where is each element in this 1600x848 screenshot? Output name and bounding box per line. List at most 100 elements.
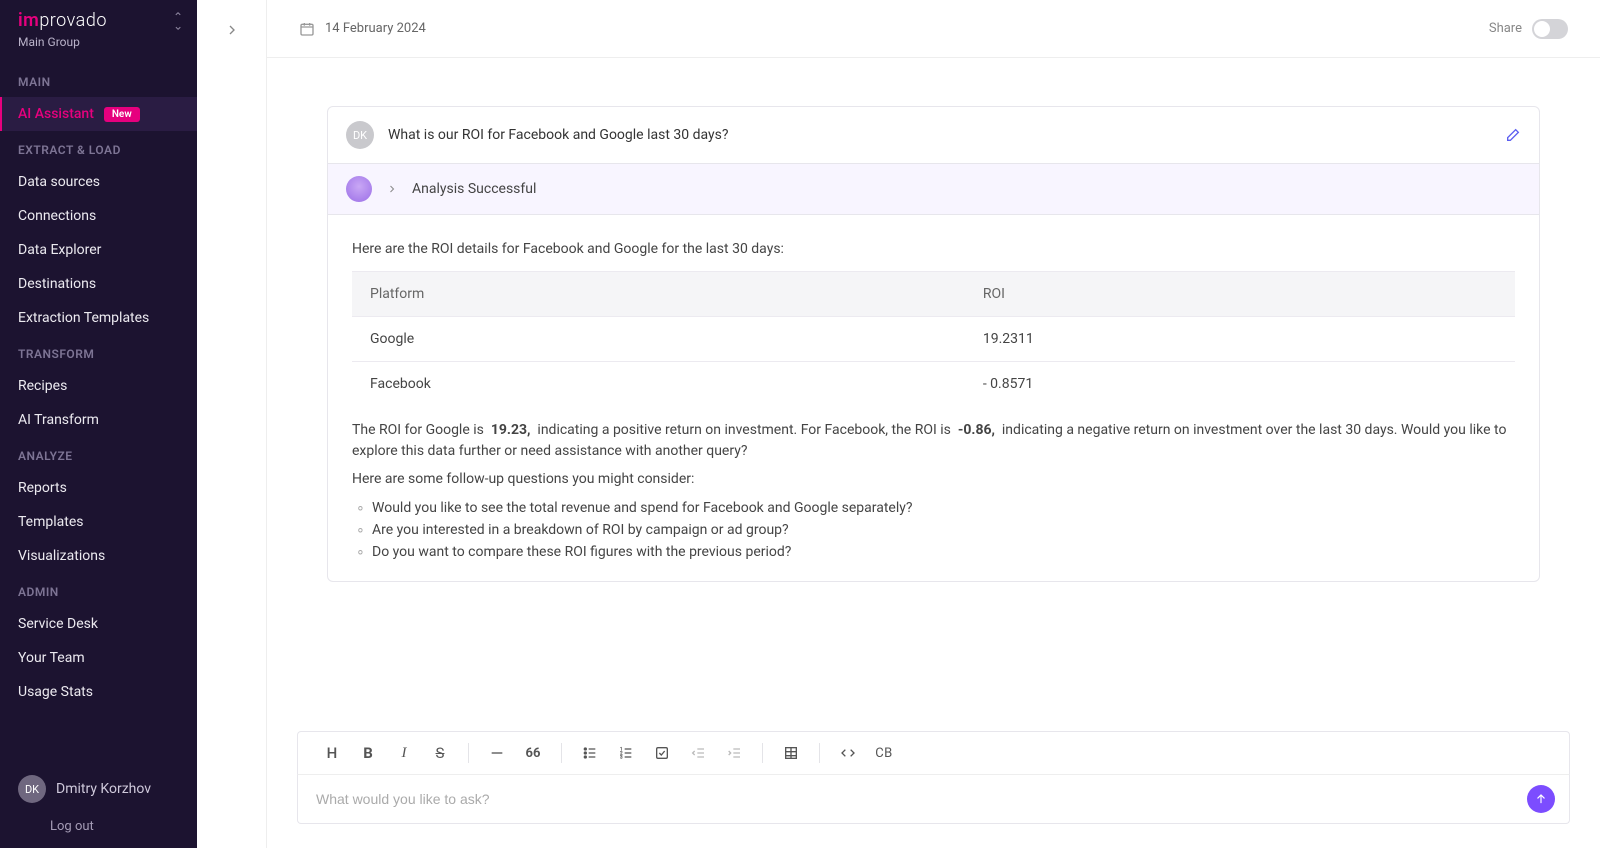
cell-roi: 19.2311 [965, 316, 1515, 361]
sidebar-item-label: Usage Stats [18, 684, 93, 700]
section-header-transform: TRANSFORM [0, 335, 197, 369]
toolbar-separator [762, 743, 763, 763]
indent-button[interactable] [718, 738, 750, 768]
brand-row: improvado ⌃⌃ [0, 0, 197, 35]
avatar: DK [18, 775, 46, 803]
sidebar-item-data-explorer[interactable]: Data Explorer [0, 233, 197, 267]
sidebar-item-label: Recipes [18, 378, 67, 394]
share-control: Share [1489, 19, 1568, 39]
roi-table: Platform ROI Google 19.2311 Facebook - 0… [352, 271, 1515, 406]
table-header-roi: ROI [965, 271, 1515, 316]
sidebar-item-connections[interactable]: Connections [0, 199, 197, 233]
analysis-status-row[interactable]: Analysis Successful [328, 164, 1539, 215]
table-button[interactable] [775, 738, 807, 768]
sidebar-user[interactable]: DK Dmitry Korzhov [0, 763, 197, 815]
topbar: 14 February 2024 Share [267, 0, 1600, 58]
sidebar-item-extraction-templates[interactable]: Extraction Templates [0, 301, 197, 335]
sidebar-item-label: Templates [18, 514, 84, 530]
sidebar-item-label: Connections [18, 208, 96, 224]
outdent-button[interactable] [682, 738, 714, 768]
sidebar-item-label: Data sources [18, 174, 100, 190]
composer-input-row [297, 774, 1570, 824]
section-header-extract: EXTRACT & LOAD [0, 131, 197, 165]
blockquote-button[interactable]: 66 [517, 738, 549, 768]
sidebar-item-label: Your Team [18, 650, 85, 666]
sidebar-item-label: AI Transform [18, 412, 99, 428]
numbered-list-button[interactable]: 123 [610, 738, 642, 768]
svg-text:3: 3 [620, 754, 623, 760]
cell-roi: - 0.8571 [965, 361, 1515, 406]
code-button[interactable] [832, 738, 864, 768]
share-label: Share [1489, 21, 1522, 36]
followup-list: Would you like to see the total revenue … [352, 497, 1515, 563]
sidebar-item-recipes[interactable]: Recipes [0, 369, 197, 403]
section-header-main: MAIN [0, 63, 197, 97]
sidebar-item-ai-transform[interactable]: AI Transform [0, 403, 197, 437]
new-badge: New [104, 107, 140, 122]
conversation-date: 14 February 2024 [299, 21, 426, 37]
sidebar-item-service-desk[interactable]: Service Desk [0, 607, 197, 641]
send-button[interactable] [1527, 785, 1555, 813]
expand-history-icon[interactable] [224, 22, 240, 848]
followup-item: Are you interested in a breakdown of ROI… [352, 519, 1515, 541]
sidebar-item-data-sources[interactable]: Data sources [0, 165, 197, 199]
history-rail [197, 0, 267, 848]
edit-question-icon[interactable] [1505, 127, 1521, 143]
user-message-row: DK What is our ROI for Facebook and Goog… [328, 107, 1539, 164]
sidebar-item-label: Data Explorer [18, 242, 101, 258]
sidebar-item-destinations[interactable]: Destinations [0, 267, 197, 301]
checklist-button[interactable] [646, 738, 678, 768]
followup-item: Would you like to see the total revenue … [352, 497, 1515, 519]
section-header-analyze: ANALYZE [0, 437, 197, 471]
toolbar-separator [468, 743, 469, 763]
composer-input[interactable] [316, 791, 1527, 807]
analysis-status: Analysis Successful [412, 181, 536, 197]
sidebar-item-ai-assistant[interactable]: AI Assistant New [0, 97, 197, 131]
sidebar-item-templates[interactable]: Templates [0, 505, 197, 539]
cell-platform: Facebook [352, 361, 965, 406]
conversation-card: DK What is our ROI for Facebook and Goog… [327, 106, 1540, 582]
logo: improvado [18, 10, 107, 31]
composer: H B I S 66 123 CB [267, 731, 1600, 848]
sidebar-item-visualizations[interactable]: Visualizations [0, 539, 197, 573]
assistant-response: Here are the ROI details for Facebook an… [328, 215, 1539, 581]
user-name: Dmitry Korzhov [56, 781, 151, 797]
chevron-right-icon [386, 183, 398, 195]
followup-item: Do you want to compare these ROI figures… [352, 541, 1515, 563]
calendar-icon [299, 21, 315, 37]
sidebar-item-label: Service Desk [18, 616, 98, 632]
chat-area: DK What is our ROI for Facebook and Goog… [267, 58, 1600, 731]
heading-button[interactable]: H [316, 738, 348, 768]
strikethrough-button[interactable]: S [424, 738, 456, 768]
user-avatar: DK [346, 121, 374, 149]
table-row: Google 19.2311 [352, 316, 1515, 361]
codeblock-button[interactable]: CB [868, 738, 900, 768]
response-summary: The ROI for Google is 19.23, indicating … [352, 420, 1515, 463]
user-question: What is our ROI for Facebook and Google … [388, 127, 1491, 143]
bold-button[interactable]: B [352, 738, 384, 768]
response-intro: Here are the ROI details for Facebook an… [352, 239, 1515, 261]
sidebar-item-label: AI Assistant [18, 106, 94, 122]
table-header-platform: Platform [352, 271, 965, 316]
cell-platform: Google [352, 316, 965, 361]
editor-toolbar: H B I S 66 123 CB [297, 731, 1570, 774]
sidebar-item-usage-stats[interactable]: Usage Stats [0, 675, 197, 709]
logout-link[interactable]: Log out [0, 815, 197, 848]
sidebar-item-label: Extraction Templates [18, 310, 149, 326]
sidebar-item-label: Reports [18, 480, 67, 496]
sidebar-item-reports[interactable]: Reports [0, 471, 197, 505]
date-text: 14 February 2024 [325, 21, 426, 36]
toolbar-separator [819, 743, 820, 763]
group-switcher-chevron-icon[interactable]: ⌃⌃ [173, 13, 183, 29]
sidebar-item-your-team[interactable]: Your Team [0, 641, 197, 675]
logo-prefix: im [18, 10, 39, 31]
logo-rest: provado [39, 10, 107, 31]
horizontal-rule-button[interactable] [481, 738, 513, 768]
share-toggle[interactable] [1532, 19, 1568, 39]
bullet-list-button[interactable] [574, 738, 606, 768]
italic-button[interactable]: I [388, 738, 420, 768]
followup-intro: Here are some follow-up questions you mi… [352, 469, 1515, 491]
group-switcher[interactable]: Main Group [0, 35, 197, 63]
toolbar-separator [561, 743, 562, 763]
main-panel: 14 February 2024 Share DK What is our RO… [197, 0, 1600, 848]
